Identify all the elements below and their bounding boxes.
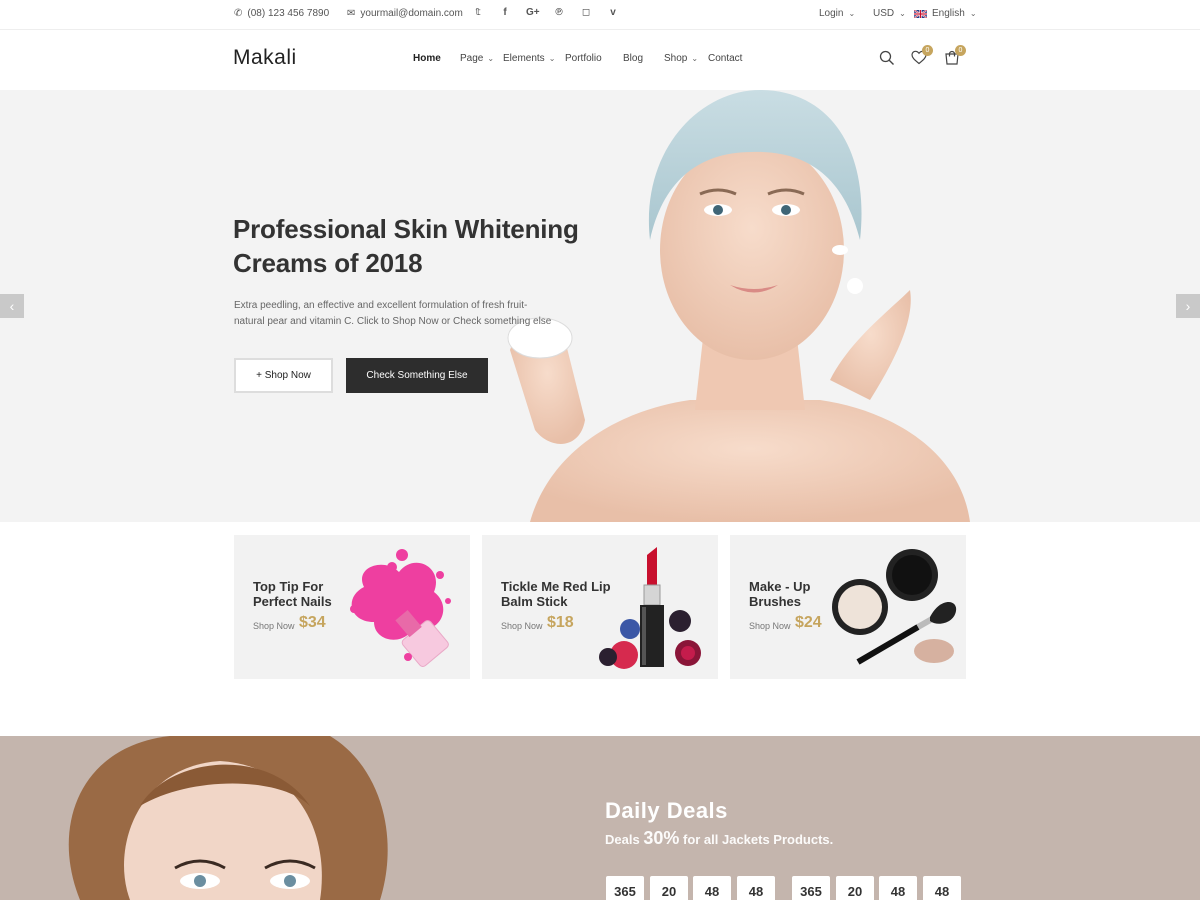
nav-page-label: Page [460,53,484,64]
pinterest-icon[interactable]: ℗ [553,7,565,18]
language-label: English [932,8,965,19]
slider-prev-button[interactable]: ‹ [0,294,24,318]
daily-deals-section: Daily Deals Deals 30% for all Jackets Pr… [0,736,1200,900]
cart-count-badge: 0 [955,45,966,56]
promo-price: $24 [795,614,822,631]
chevron-down-icon: ⌄ [691,54,699,63]
promo-shop-now-link[interactable]: Shop Now [501,621,543,631]
nav-shop[interactable]: Shop ⌄ [664,53,698,64]
vimeo-icon[interactable]: v [607,7,619,18]
nav-contact[interactable]: Contact [708,53,742,64]
countdown-hours: 20 [836,876,874,900]
nav-blog[interactable]: Blog [623,53,643,64]
hero-model-image [507,90,970,522]
social-links: 𝕥 f G+ ℗ ◻ v [472,7,619,18]
email-contact[interactable]: ✉ yourmail@domain.com [347,8,463,19]
deals-title: Daily Deals [605,798,728,823]
chevron-left-icon: ‹ [9,298,15,314]
nav-shop-label: Shop [664,53,688,64]
instagram-icon[interactable]: ◻ [580,7,592,18]
login-dropdown[interactable]: Login ⌄ [819,8,855,19]
phone-contact[interactable]: ✆ (08) 123 456 7890 [234,8,329,19]
countdown-minutes: 48 [693,876,731,900]
currency-label: USD [873,8,895,19]
uk-flag-icon [914,9,927,18]
phone-number: (08) 123 456 7890 [247,8,330,19]
google-plus-icon[interactable]: G+ [526,7,540,18]
nav-portfolio-label: Portfolio [565,53,602,64]
chevron-down-icon: ⌄ [487,54,495,63]
countdown-hours: 20 [650,876,688,900]
language-dropdown[interactable]: English ⌄ [914,8,977,19]
countdown-minutes: 48 [879,876,917,900]
promo-price: $18 [547,614,574,631]
promo-shop-now-link[interactable]: Shop Now [253,621,295,631]
chevron-down-icon: ⌄ [548,54,556,63]
countdown-seconds: 48 [923,876,961,900]
deals-model-image [68,736,388,900]
countdown-days: 365 [792,876,830,900]
search-button[interactable] [879,50,895,71]
nav-blog-label: Blog [623,53,644,64]
promo-shop-now-link[interactable]: Shop Now [749,621,791,631]
chevron-down-icon: ⌄ [848,9,856,18]
nav-home-label: Home [413,53,441,64]
makeup-brush-image [832,549,957,665]
main-header: Makali Home Page ⌄ Elements ⌄ Portfolio Bl… [0,30,1200,90]
promo-card-lipstick[interactable]: Tickle Me Red Lip Balm Stick Shop Now $1… [482,535,718,679]
chevron-down-icon: ⌄ [969,9,977,18]
top-bar: ✆ (08) 123 456 7890 ✉ yourmail@domain.co… [0,0,1200,30]
slider-next-button[interactable]: › [1176,294,1200,318]
wishlist-button[interactable]: 0 [911,45,933,70]
nav-contact-label: Contact [708,53,743,64]
nav-elements[interactable]: Elements ⌄ [503,53,555,64]
mail-icon: ✉ [347,8,356,19]
search-icon [879,50,894,65]
login-label: Login [819,8,844,19]
cart-button[interactable]: 0 [944,45,966,71]
facebook-icon[interactable]: f [499,7,511,18]
hero-slider: Professional Skin Whitening Creams of 20… [0,90,1200,522]
countdown-seconds: 48 [737,876,775,900]
check-something-else-button[interactable]: Check Something Else [346,358,488,393]
wishlist-count-badge: 0 [922,45,933,56]
chevron-down-icon: ⌄ [899,9,906,18]
currency-dropdown[interactable]: USD ⌄ [873,8,906,19]
nav-home[interactable]: Home [413,53,441,64]
nav-elements-label: Elements [503,53,545,64]
lipstick-image [599,547,701,669]
nail-polish-image [350,549,451,667]
promo-card-brushes[interactable]: Make - Up Brushes Shop Now $24 [730,535,966,679]
hero-title: Professional Skin Whitening Creams of 20… [233,214,579,278]
chevron-right-icon: › [1185,298,1191,314]
logo[interactable]: Makali [233,46,297,70]
nav-page[interactable]: Page ⌄ [460,53,494,64]
deals-sub-suffix: for all Jackets Products. [682,832,834,847]
twitter-icon[interactable]: 𝕥 [472,7,484,18]
email-address: yourmail@domain.com [360,8,463,19]
deals-percentage: 30% [643,828,680,848]
countdown-days: 365 [606,876,644,900]
promo-price: $34 [299,614,326,631]
deals-subtitle: Deals 30% for all Jackets Products. [605,828,833,849]
deals-sub-prefix: Deals [605,832,640,847]
shop-now-button[interactable]: + Shop Now [234,358,333,393]
promo-card-nails[interactable]: Top Tip For Perfect Nails Shop Now $34 [234,535,470,679]
logo-text: Makali [233,46,297,69]
phone-icon: ✆ [234,8,243,19]
nav-portfolio[interactable]: Portfolio [565,53,602,64]
hero-description: Extra peedling, an effective and excelle… [234,300,552,327]
